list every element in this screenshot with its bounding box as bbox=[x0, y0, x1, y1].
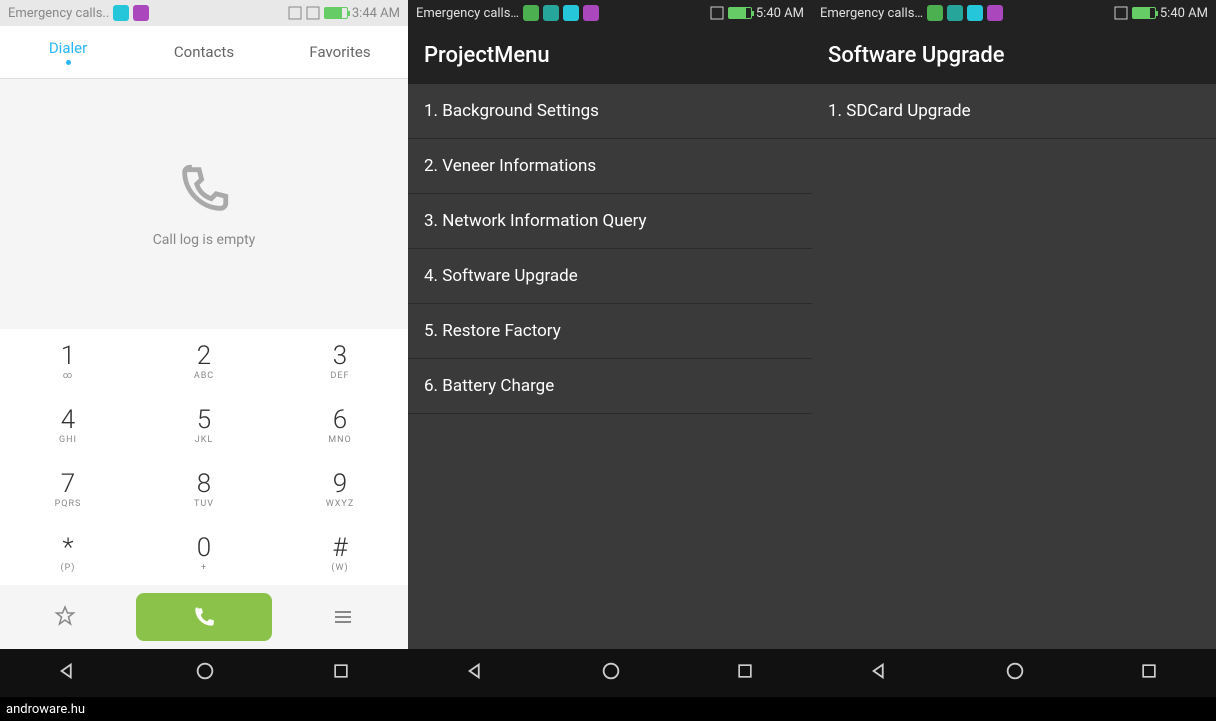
back-triangle-icon bbox=[57, 660, 79, 682]
key-star[interactable]: *(P) bbox=[0, 521, 136, 585]
notif-icon bbox=[987, 5, 1003, 21]
watermark: androware.hu bbox=[0, 697, 1216, 721]
key-5[interactable]: 5JKL bbox=[136, 393, 272, 457]
call-button[interactable] bbox=[136, 593, 272, 641]
notif-icon bbox=[967, 5, 983, 21]
system-navbar bbox=[812, 649, 1216, 697]
recent-button[interactable] bbox=[331, 661, 351, 685]
back-button[interactable] bbox=[57, 660, 79, 686]
clock-label: 5:40 AM bbox=[756, 6, 804, 21]
carrier-label: Emergency calls.. bbox=[8, 6, 109, 21]
battery-icon bbox=[324, 7, 348, 19]
clock-label: 5:40 AM bbox=[1160, 6, 1208, 21]
panel-body bbox=[812, 139, 1216, 649]
home-circle-icon bbox=[194, 660, 216, 682]
page-title: ProjectMenu bbox=[408, 26, 812, 84]
key-1[interactable]: 1∞ bbox=[0, 329, 136, 393]
notif-icon bbox=[583, 5, 599, 21]
system-navbar bbox=[408, 649, 812, 697]
tab-contacts-label: Contacts bbox=[174, 43, 234, 61]
sim-icon bbox=[710, 6, 724, 20]
page-title: Software Upgrade bbox=[812, 26, 1216, 84]
home-button[interactable] bbox=[1004, 660, 1026, 686]
recent-square-icon bbox=[1139, 661, 1159, 681]
menu-list: 1. SDCard Upgrade bbox=[812, 84, 1216, 139]
panel-software-upgrade: Emergency calls… 5:40 AM Software Upgrad… bbox=[812, 0, 1216, 697]
key-2[interactable]: 2ABC bbox=[136, 329, 272, 393]
hamburger-icon bbox=[331, 605, 355, 629]
action-row bbox=[0, 585, 408, 649]
notif-icon bbox=[563, 5, 579, 21]
menu-item-sdcard-upgrade[interactable]: 1. SDCard Upgrade bbox=[812, 84, 1216, 139]
menu-list: 1. Background Settings 2. Veneer Informa… bbox=[408, 84, 812, 414]
menu-item-restore-factory[interactable]: 5. Restore Factory bbox=[408, 304, 812, 359]
sim-icon bbox=[1114, 6, 1128, 20]
menu-button[interactable] bbox=[278, 605, 408, 629]
notif-icon bbox=[927, 5, 943, 21]
empty-message: Call log is empty bbox=[153, 232, 256, 248]
star-icon bbox=[53, 605, 77, 629]
active-dot-icon bbox=[66, 60, 71, 65]
key-hash[interactable]: #(W) bbox=[272, 521, 408, 585]
statusbar: Emergency calls… 5:40 AM bbox=[812, 0, 1216, 26]
home-button[interactable] bbox=[194, 660, 216, 686]
tab-favorites[interactable]: Favorites bbox=[272, 26, 408, 78]
call-log-empty: Call log is empty bbox=[0, 78, 408, 329]
key-6[interactable]: 6MNO bbox=[272, 393, 408, 457]
phone-outline-icon bbox=[175, 160, 233, 218]
phone-icon bbox=[191, 604, 217, 630]
recent-square-icon bbox=[331, 661, 351, 681]
menu-item-battery-charge[interactable]: 6. Battery Charge bbox=[408, 359, 812, 414]
key-0[interactable]: 0+ bbox=[136, 521, 272, 585]
sim-icon bbox=[306, 6, 320, 20]
battery-icon bbox=[728, 7, 752, 19]
carrier-label: Emergency calls… bbox=[416, 6, 519, 21]
notif-icon bbox=[543, 5, 559, 21]
key-4[interactable]: 4GHI bbox=[0, 393, 136, 457]
statusbar: Emergency calls… 5:40 AM bbox=[408, 0, 812, 26]
keypad: 1∞ 2ABC 3DEF 4GHI 5JKL 6MNO 7PQRS 8TUV 9… bbox=[0, 329, 408, 585]
tab-favorites-label: Favorites bbox=[309, 43, 370, 61]
tab-contacts[interactable]: Contacts bbox=[136, 26, 272, 78]
panel-dialer: Emergency calls.. 3:44 AM Dialer Contact… bbox=[0, 0, 408, 697]
recent-square-icon bbox=[735, 661, 755, 681]
notif-icon bbox=[113, 5, 129, 21]
back-button[interactable] bbox=[869, 660, 891, 686]
menu-item-background-settings[interactable]: 1. Background Settings bbox=[408, 84, 812, 139]
notif-icon bbox=[133, 5, 149, 21]
menu-item-veneer-informations[interactable]: 2. Veneer Informations bbox=[408, 139, 812, 194]
home-circle-icon bbox=[600, 660, 622, 682]
recent-button[interactable] bbox=[735, 661, 755, 685]
key-3[interactable]: 3DEF bbox=[272, 329, 408, 393]
notif-icon bbox=[947, 5, 963, 21]
panel-projectmenu: Emergency calls… 5:40 AM ProjectMenu 1. … bbox=[408, 0, 812, 697]
back-button[interactable] bbox=[465, 660, 487, 686]
tabs: Dialer Contacts Favorites bbox=[0, 26, 408, 78]
back-triangle-icon bbox=[869, 660, 891, 682]
menu-item-network-information-query[interactable]: 3. Network Information Query bbox=[408, 194, 812, 249]
tab-dialer-label: Dialer bbox=[49, 39, 87, 57]
home-button[interactable] bbox=[600, 660, 622, 686]
panel-body bbox=[408, 414, 812, 649]
recent-button[interactable] bbox=[1139, 661, 1159, 685]
sim-icon bbox=[288, 6, 302, 20]
battery-icon bbox=[1132, 7, 1156, 19]
clock-label: 3:44 AM bbox=[352, 6, 400, 21]
carrier-label: Emergency calls… bbox=[820, 6, 923, 21]
statusbar: Emergency calls.. 3:44 AM bbox=[0, 0, 408, 26]
favorites-button[interactable] bbox=[0, 605, 130, 629]
key-7[interactable]: 7PQRS bbox=[0, 457, 136, 521]
key-8[interactable]: 8TUV bbox=[136, 457, 272, 521]
system-navbar bbox=[0, 649, 408, 697]
notif-icon bbox=[523, 5, 539, 21]
home-circle-icon bbox=[1004, 660, 1026, 682]
back-triangle-icon bbox=[465, 660, 487, 682]
tab-dialer[interactable]: Dialer bbox=[0, 26, 136, 78]
key-9[interactable]: 9WXYZ bbox=[272, 457, 408, 521]
menu-item-software-upgrade[interactable]: 4. Software Upgrade bbox=[408, 249, 812, 304]
